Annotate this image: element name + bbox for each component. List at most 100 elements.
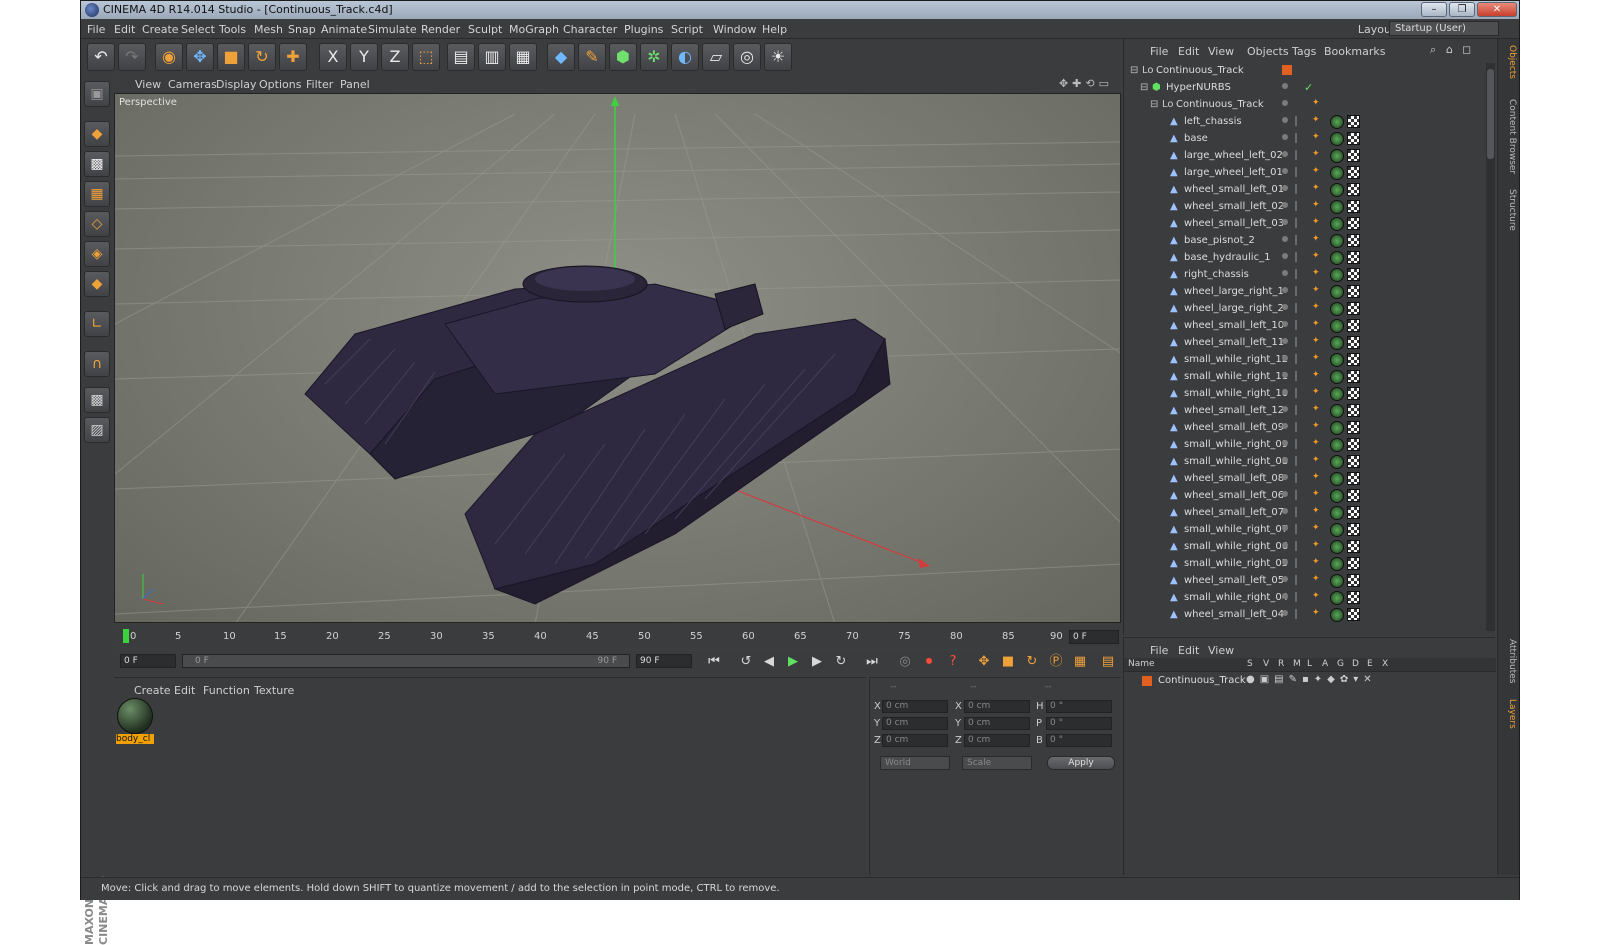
phong-tag-icon[interactable]: ✦ bbox=[1312, 319, 1324, 333]
timeline-ruler[interactable]: 0 5 10 15 20 25 30 35 40 45 50 55 60 65 … bbox=[114, 625, 1121, 647]
layer-menu-edit[interactable]: Edit bbox=[1178, 644, 1199, 657]
tree-row[interactable]: ▲ wheel_small_left_11 ✦ bbox=[1128, 335, 1468, 352]
tab-structure[interactable]: Structure bbox=[1501, 189, 1517, 231]
visibility-dot[interactable] bbox=[1282, 372, 1288, 378]
material-tag-icon[interactable] bbox=[1330, 370, 1344, 384]
tree-row[interactable]: ▲ wheel_small_left_12 ✦ bbox=[1128, 403, 1468, 420]
tree-row-group[interactable]: ⊟ Lo Continuous_Track ✦ bbox=[1128, 97, 1468, 114]
visibility-dot[interactable] bbox=[1282, 508, 1288, 514]
restore-button[interactable]: ❐ bbox=[1449, 2, 1475, 17]
uvw-tag-icon[interactable] bbox=[1347, 149, 1360, 162]
phong-tag-icon[interactable]: ✦ bbox=[1312, 98, 1324, 112]
tree-row[interactable]: ▲ base ✦ bbox=[1128, 131, 1468, 148]
axis-icon[interactable]: ∟ bbox=[84, 311, 110, 337]
menu-render[interactable]: Render bbox=[421, 23, 460, 36]
layer-row[interactable]: Continuous_Track ●▣▤✎▪✦◆✿▾✕ bbox=[1128, 674, 1488, 688]
material-tag-icon[interactable] bbox=[1330, 336, 1344, 350]
phong-tag-icon[interactable]: ✦ bbox=[1312, 370, 1324, 384]
rotate-icon[interactable]: ↻ bbox=[248, 43, 276, 71]
next-frame-icon[interactable]: ▶ bbox=[807, 652, 827, 672]
tree-row[interactable]: ▲ small_while_right_11 ✦ bbox=[1128, 369, 1468, 386]
material-tag-icon[interactable] bbox=[1330, 217, 1344, 231]
render-visibility-dot[interactable] bbox=[1295, 558, 1297, 568]
light-icon[interactable]: ☀ bbox=[764, 43, 792, 71]
uvw-tag-icon[interactable] bbox=[1347, 404, 1360, 417]
model-icon[interactable]: ◆ bbox=[84, 121, 110, 147]
phong-tag-icon[interactable]: ✦ bbox=[1312, 132, 1324, 146]
material-tag-icon[interactable] bbox=[1330, 574, 1344, 588]
uvw-tag-icon[interactable] bbox=[1347, 302, 1360, 315]
render-visibility-dot[interactable] bbox=[1295, 337, 1297, 347]
object-menu-objects[interactable]: Objects bbox=[1247, 45, 1289, 58]
uvw-tag-icon[interactable] bbox=[1347, 353, 1360, 366]
tab-layers[interactable]: Layers bbox=[1501, 699, 1517, 729]
render-visibility-dot[interactable] bbox=[1295, 201, 1297, 211]
visibility-dot[interactable] bbox=[1282, 491, 1288, 497]
visibility-dot[interactable] bbox=[1282, 117, 1288, 123]
object-menu-view[interactable]: View bbox=[1208, 45, 1234, 58]
uvw-tag-icon[interactable] bbox=[1347, 438, 1360, 451]
viewport-nav-icons[interactable]: ✥✚⟲▭ bbox=[1059, 77, 1113, 90]
tree-row-root[interactable]: ⊟ Lo Continuous_Track bbox=[1128, 63, 1468, 80]
undo-icon[interactable]: ↶ bbox=[87, 43, 115, 71]
position-x-field[interactable]: 0 cm bbox=[882, 700, 948, 713]
uvw-tag-icon[interactable] bbox=[1347, 370, 1360, 383]
material-tag-icon[interactable] bbox=[1330, 319, 1344, 333]
tree-row[interactable]: ▲ small_while_right_04 ✦ bbox=[1128, 590, 1468, 607]
render-visibility-dot[interactable] bbox=[1295, 354, 1297, 364]
render-visibility-dot[interactable] bbox=[1295, 456, 1297, 466]
phong-tag-icon[interactable]: ✦ bbox=[1312, 608, 1324, 622]
current-frame-field[interactable]: 0 F bbox=[1069, 630, 1119, 644]
render-visibility-dot[interactable] bbox=[1295, 303, 1297, 313]
tree-row[interactable]: ▲ wheel_small_left_07 ✦ bbox=[1128, 505, 1468, 522]
phong-tag-icon[interactable]: ✦ bbox=[1312, 574, 1324, 588]
collapse-icon[interactable]: ⊟ bbox=[1130, 65, 1138, 76]
visibility-dot[interactable] bbox=[1282, 389, 1288, 395]
uvw-tag-icon[interactable] bbox=[1347, 608, 1360, 621]
move-icon[interactable]: ✥ bbox=[186, 43, 214, 71]
render-visibility-dot[interactable] bbox=[1295, 167, 1297, 177]
end-frame-field[interactable]: 90 F bbox=[636, 654, 692, 668]
material-tag-icon[interactable] bbox=[1330, 268, 1344, 282]
workplane-icon[interactable]: ▦ bbox=[84, 181, 110, 207]
phong-tag-icon[interactable]: ✦ bbox=[1312, 166, 1324, 180]
render-visibility-dot[interactable] bbox=[1295, 286, 1297, 296]
next-key-icon[interactable]: ↻ bbox=[831, 652, 851, 672]
uvw-tag-icon[interactable] bbox=[1347, 421, 1360, 434]
material-tag-icon[interactable] bbox=[1330, 149, 1344, 163]
uvw-tag-icon[interactable] bbox=[1347, 591, 1360, 604]
rotation-b-field[interactable]: 0 ° bbox=[1046, 734, 1112, 747]
menu-character[interactable]: Character bbox=[563, 23, 617, 36]
z-axis-icon[interactable]: Z bbox=[381, 43, 409, 71]
menu-snap[interactable]: Snap bbox=[288, 23, 316, 36]
tab-content-browser[interactable]: Content Browser bbox=[1501, 99, 1517, 174]
uvw-tag-icon[interactable] bbox=[1347, 268, 1360, 281]
uvw-tag-icon[interactable] bbox=[1347, 489, 1360, 502]
phong-tag-icon[interactable]: ✦ bbox=[1312, 353, 1324, 367]
timeline-window-icon[interactable]: ▤ bbox=[1098, 652, 1118, 672]
tree-row[interactable]: ▲ wheel_large_right_1 ✦ bbox=[1128, 284, 1468, 301]
phong-tag-icon[interactable]: ✦ bbox=[1312, 217, 1324, 231]
phong-tag-icon[interactable]: ✦ bbox=[1312, 472, 1324, 486]
render-visibility-dot[interactable] bbox=[1295, 490, 1297, 500]
tree-row[interactable]: ▲ small_while_right_07 ✦ bbox=[1128, 522, 1468, 539]
phong-tag-icon[interactable]: ✦ bbox=[1312, 540, 1324, 554]
material-menu-function[interactable]: Function bbox=[203, 684, 250, 697]
visibility-dot[interactable] bbox=[1282, 321, 1288, 327]
material-tag-icon[interactable] bbox=[1330, 489, 1344, 503]
locked-workplane-icon[interactable]: ▨ bbox=[84, 417, 110, 443]
floor-icon[interactable]: ▱ bbox=[702, 43, 730, 71]
tree-row[interactable]: ▲ wheel_small_left_04 ✦ bbox=[1128, 607, 1468, 624]
phong-tag-icon[interactable]: ✦ bbox=[1312, 523, 1324, 537]
phong-tag-icon[interactable]: ✦ bbox=[1312, 591, 1324, 605]
material-tag-icon[interactable] bbox=[1330, 523, 1344, 537]
viewport-menu-cameras[interactable]: Cameras bbox=[168, 78, 217, 91]
size-y-field[interactable]: 0 cm bbox=[964, 717, 1030, 730]
visibility-dot[interactable] bbox=[1282, 474, 1288, 480]
phong-tag-icon[interactable]: ✦ bbox=[1312, 149, 1324, 163]
tree-row[interactable]: ▲ small_while_right_10 ✦ bbox=[1128, 386, 1468, 403]
record-keys-icon[interactable]: ◎ bbox=[895, 652, 915, 672]
render-visibility-dot[interactable] bbox=[1295, 218, 1297, 228]
object-menu-file[interactable]: File bbox=[1150, 45, 1168, 58]
uvw-tag-icon[interactable] bbox=[1347, 115, 1360, 128]
